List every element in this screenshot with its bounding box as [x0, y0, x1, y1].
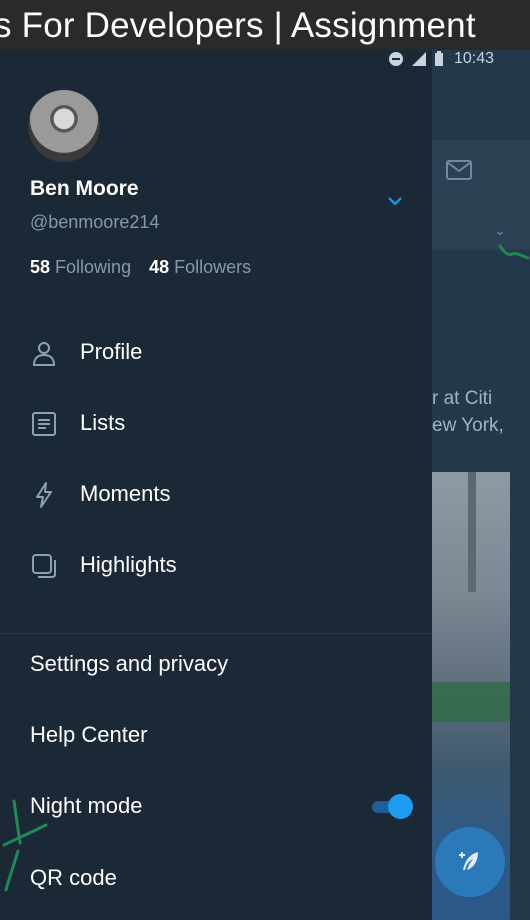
menu-divider: [0, 633, 432, 634]
followers-count: 48: [149, 257, 170, 277]
status-bar: 10:43: [388, 48, 494, 70]
annotation-scribble: [2, 799, 48, 892]
app-screen: s For Developers | Assignment ⌄ r at Cit…: [0, 0, 530, 920]
following-link[interactable]: 58 Following: [30, 257, 131, 277]
battery-icon: [435, 51, 443, 66]
avatar[interactable]: [28, 90, 100, 162]
signal-icon: [412, 52, 426, 66]
followers-label: Followers: [174, 257, 252, 277]
navigation-drawer: Ben Moore @benmoore214 58 Following 48 Fo…: [0, 50, 432, 920]
following-count: 58: [30, 257, 51, 277]
menu-item-profile[interactable]: Profile: [0, 327, 432, 377]
photo-tower: [468, 472, 476, 592]
lightning-icon: [36, 482, 52, 508]
video-title-banner: s For Developers | Assignment: [0, 0, 530, 50]
do-not-disturb-icon: [389, 52, 403, 66]
night-mode-toggle[interactable]: [372, 794, 413, 819]
chevron-down-icon[interactable]: [386, 195, 404, 207]
menu-item-label: Highlights: [80, 552, 177, 577]
menu-item-label: Moments: [80, 481, 171, 506]
annotation-checkmark: [498, 244, 530, 260]
list-icon: [32, 412, 56, 436]
followers-link[interactable]: 48 Followers: [149, 257, 251, 277]
follow-counts: 58 Following 48 Followers: [30, 257, 251, 278]
settings-and-privacy-link[interactable]: Settings and privacy: [30, 651, 228, 677]
toggle-knob: [388, 794, 413, 819]
tweet-snippet-line: ew York,: [432, 415, 504, 436]
menu-item-moments[interactable]: Moments: [0, 469, 432, 519]
person-icon: [32, 342, 56, 366]
following-label: Following: [55, 257, 132, 277]
feather-icon: [459, 852, 478, 870]
compose-tweet-button[interactable]: [435, 827, 505, 897]
video-title: s For Developers | Assignment: [0, 6, 476, 45]
photo-court: [432, 682, 510, 722]
account-handle: @benmoore214: [30, 212, 160, 232]
highlights-icon: [32, 554, 56, 578]
mail-icon: [446, 160, 472, 180]
menu-item-lists[interactable]: Lists: [0, 398, 432, 448]
menu-item-label: Profile: [80, 339, 143, 364]
status-time: 10:43: [454, 50, 495, 67]
help-center-link[interactable]: Help Center: [30, 722, 147, 748]
tweet-snippet-line: r at Citi: [432, 388, 493, 409]
account-name[interactable]: Ben Moore: [30, 177, 139, 201]
background-timeline: ⌄ r at Citi ew York,: [432, 50, 530, 920]
menu-item-label: Lists: [80, 410, 126, 435]
tweet-snippet: r at Citi ew York,: [432, 385, 504, 439]
menu-item-highlights[interactable]: Highlights: [0, 540, 432, 590]
